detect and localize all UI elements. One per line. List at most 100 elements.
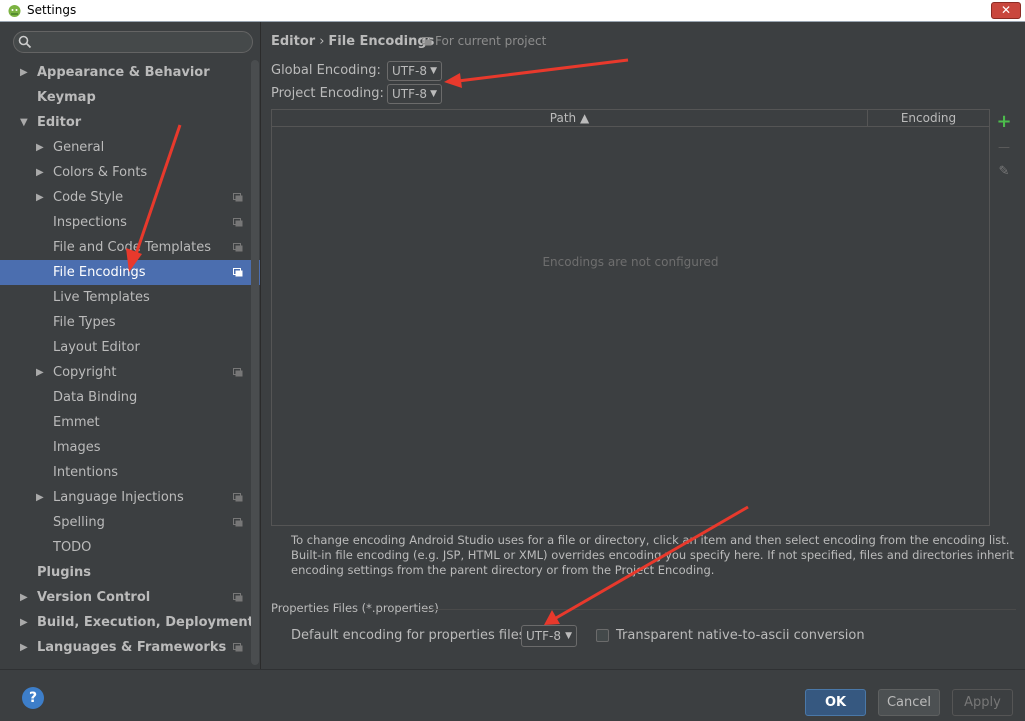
add-icon[interactable]: + (996, 113, 1012, 131)
project-scope-icon (233, 193, 243, 202)
project-scope-icon (233, 268, 243, 277)
sidebar-scrollbar[interactable] (251, 60, 259, 665)
main-pane: Editor › File Encodings For current projec… (262, 22, 1025, 669)
search-icon (18, 35, 32, 49)
encodings-table[interactable]: Path ▲ Encoding Encodings are not config… (271, 109, 990, 526)
sidebar-item-label: General (53, 140, 105, 155)
sidebar-item[interactable]: ▶ Version Control (0, 585, 260, 610)
title-bar: Settings ✕ (0, 0, 1025, 22)
remove-icon[interactable]: — (996, 139, 1012, 155)
sidebar-item-label: File Types (53, 315, 116, 330)
table-toolbar: + — ✎ (993, 109, 1015, 526)
sidebar-item[interactable]: File Types (0, 310, 260, 335)
sidebar-item[interactable]: ▼ Editor (0, 110, 260, 135)
sidebar-item[interactable]: Inspections (0, 210, 260, 235)
breadcrumb: Editor › File Encodings (271, 34, 434, 49)
ok-button[interactable]: OK (805, 689, 866, 716)
project-scope-icon (233, 493, 243, 502)
close-button[interactable]: ✕ (991, 2, 1021, 19)
project-scope-icon (422, 37, 432, 46)
sidebar-item-label: File and Code Templates (53, 240, 211, 255)
breadcrumb-parent: Editor (271, 34, 316, 49)
sidebar-item-label: TODO (53, 540, 92, 555)
sidebar-item[interactable]: ▶ Copyright (0, 360, 260, 385)
properties-group-title: Properties Files (*.properties) (271, 601, 439, 615)
apply-button[interactable]: Apply (952, 689, 1013, 716)
project-scope-icon (233, 593, 243, 602)
chevron-right-icon[interactable]: ▶ (36, 360, 46, 385)
table-header: Path ▲ Encoding (272, 110, 989, 127)
global-encoding-value: UTF-8 (392, 64, 427, 78)
sidebar-item[interactable]: ▶ General (0, 135, 260, 160)
sidebar-item-label: Plugins (37, 565, 91, 580)
dialog-footer: ? OK Cancel Apply (0, 669, 1025, 721)
transparent-conversion-checkbox[interactable] (596, 629, 609, 642)
chevron-right-icon[interactable]: ▶ (20, 610, 30, 635)
empty-table-message: Encodings are not configured (542, 255, 719, 269)
sidebar-item[interactable]: Layout Editor (0, 335, 260, 360)
sidebar-item-label: Colors & Fonts (53, 165, 148, 180)
sidebar-item[interactable]: Live Templates (0, 285, 260, 310)
sidebar-item-label: Build, Execution, Deployment (37, 615, 254, 630)
project-encoding-label: Project Encoding: (271, 86, 384, 101)
sidebar-item-label: Data Binding (53, 390, 138, 405)
sidebar-item[interactable]: ▶ Languages & Frameworks (0, 635, 260, 660)
chevron-right-icon[interactable]: ▶ (36, 485, 46, 510)
chevron-right-icon[interactable]: ▶ (20, 585, 30, 610)
sidebar-item[interactable]: Data Binding (0, 385, 260, 410)
sidebar-item[interactable]: ▶ Language Injections (0, 485, 260, 510)
sidebar-item[interactable]: Spelling (0, 510, 260, 535)
chevron-right-icon[interactable]: ▶ (20, 635, 30, 660)
sidebar-item[interactable]: Keymap (0, 85, 260, 110)
sidebar-item[interactable]: ▶ Colors & Fonts (0, 160, 260, 185)
sidebar-item[interactable]: Plugins (0, 560, 260, 585)
sidebar-item[interactable]: TODO (0, 535, 260, 560)
cancel-button[interactable]: Cancel (878, 689, 940, 716)
sidebar-item[interactable]: ▶ Build, Execution, Deployment (0, 610, 260, 635)
project-scope-icon (233, 518, 243, 527)
search-input[interactable] (13, 31, 253, 53)
sidebar-item-label: Copyright (53, 365, 117, 380)
sidebar-item-label: Appearance & Behavior (37, 65, 210, 80)
properties-default-label: Default encoding for properties files: (291, 628, 530, 643)
sidebar-item-label: Code Style (53, 190, 124, 205)
chevron-down-icon: ▼ (430, 66, 437, 76)
chevron-right-icon[interactable]: ▶ (36, 160, 46, 185)
transparent-conversion-label[interactable]: Transparent native-to-ascii conversion (616, 628, 865, 643)
chevron-down-icon: ▼ (430, 89, 437, 99)
help-icon[interactable]: ? (22, 687, 44, 709)
encoding-hint-text: To change encoding Android Studio uses f… (291, 533, 1014, 577)
edit-icon[interactable]: ✎ (996, 164, 1012, 180)
sidebar-item[interactable]: Intentions (0, 460, 260, 485)
sidebar-item-label: Live Templates (53, 290, 150, 305)
android-studio-icon (8, 5, 21, 17)
column-header-path[interactable]: Path ▲ (272, 110, 868, 127)
sidebar-item-label: Spelling (53, 515, 105, 530)
sidebar-item-label: Layout Editor (53, 340, 140, 355)
sidebar-item-label: Inspections (53, 215, 127, 230)
sidebar-item[interactable]: Images (0, 435, 260, 460)
project-encoding-value: UTF-8 (392, 87, 427, 101)
global-encoding-select[interactable]: UTF-8 ▼ (387, 61, 442, 81)
sidebar-item[interactable]: ▶ Code Style (0, 185, 260, 210)
sidebar-item[interactable]: ▶ Appearance & Behavior (0, 60, 260, 85)
sidebar-item[interactable]: File and Code Templates (0, 235, 260, 260)
window-title: Settings (27, 3, 77, 17)
scope-text: For current project (435, 34, 547, 48)
sidebar-item[interactable]: Emmet (0, 410, 260, 435)
project-encoding-select[interactable]: UTF-8 ▼ (387, 84, 442, 104)
column-header-encoding[interactable]: Encoding (868, 110, 989, 127)
settings-tree: ▶ Appearance & Behavior Keymap ▼ Editor ▶ Gene… (0, 60, 260, 660)
chevron-right-icon[interactable]: ▶ (36, 135, 46, 160)
breadcrumb-current: File Encodings (328, 34, 435, 49)
chevron-right-icon[interactable]: ▶ (36, 185, 46, 210)
sidebar-item-label: Emmet (53, 415, 100, 430)
properties-encoding-select[interactable]: UTF-8 ▼ (521, 625, 577, 647)
settings-sidebar: ▶ Appearance & Behavior Keymap ▼ Editor ▶ Gene… (0, 22, 261, 669)
chevron-right-icon[interactable]: ▶ (20, 60, 30, 85)
sidebar-item-label: Language Injections (53, 490, 184, 505)
sidebar-item[interactable]: File Encodings (0, 260, 260, 285)
global-encoding-label: Global Encoding: (271, 63, 381, 78)
chevron-down-icon[interactable]: ▼ (20, 110, 30, 135)
sidebar-item-label: Version Control (37, 590, 151, 605)
